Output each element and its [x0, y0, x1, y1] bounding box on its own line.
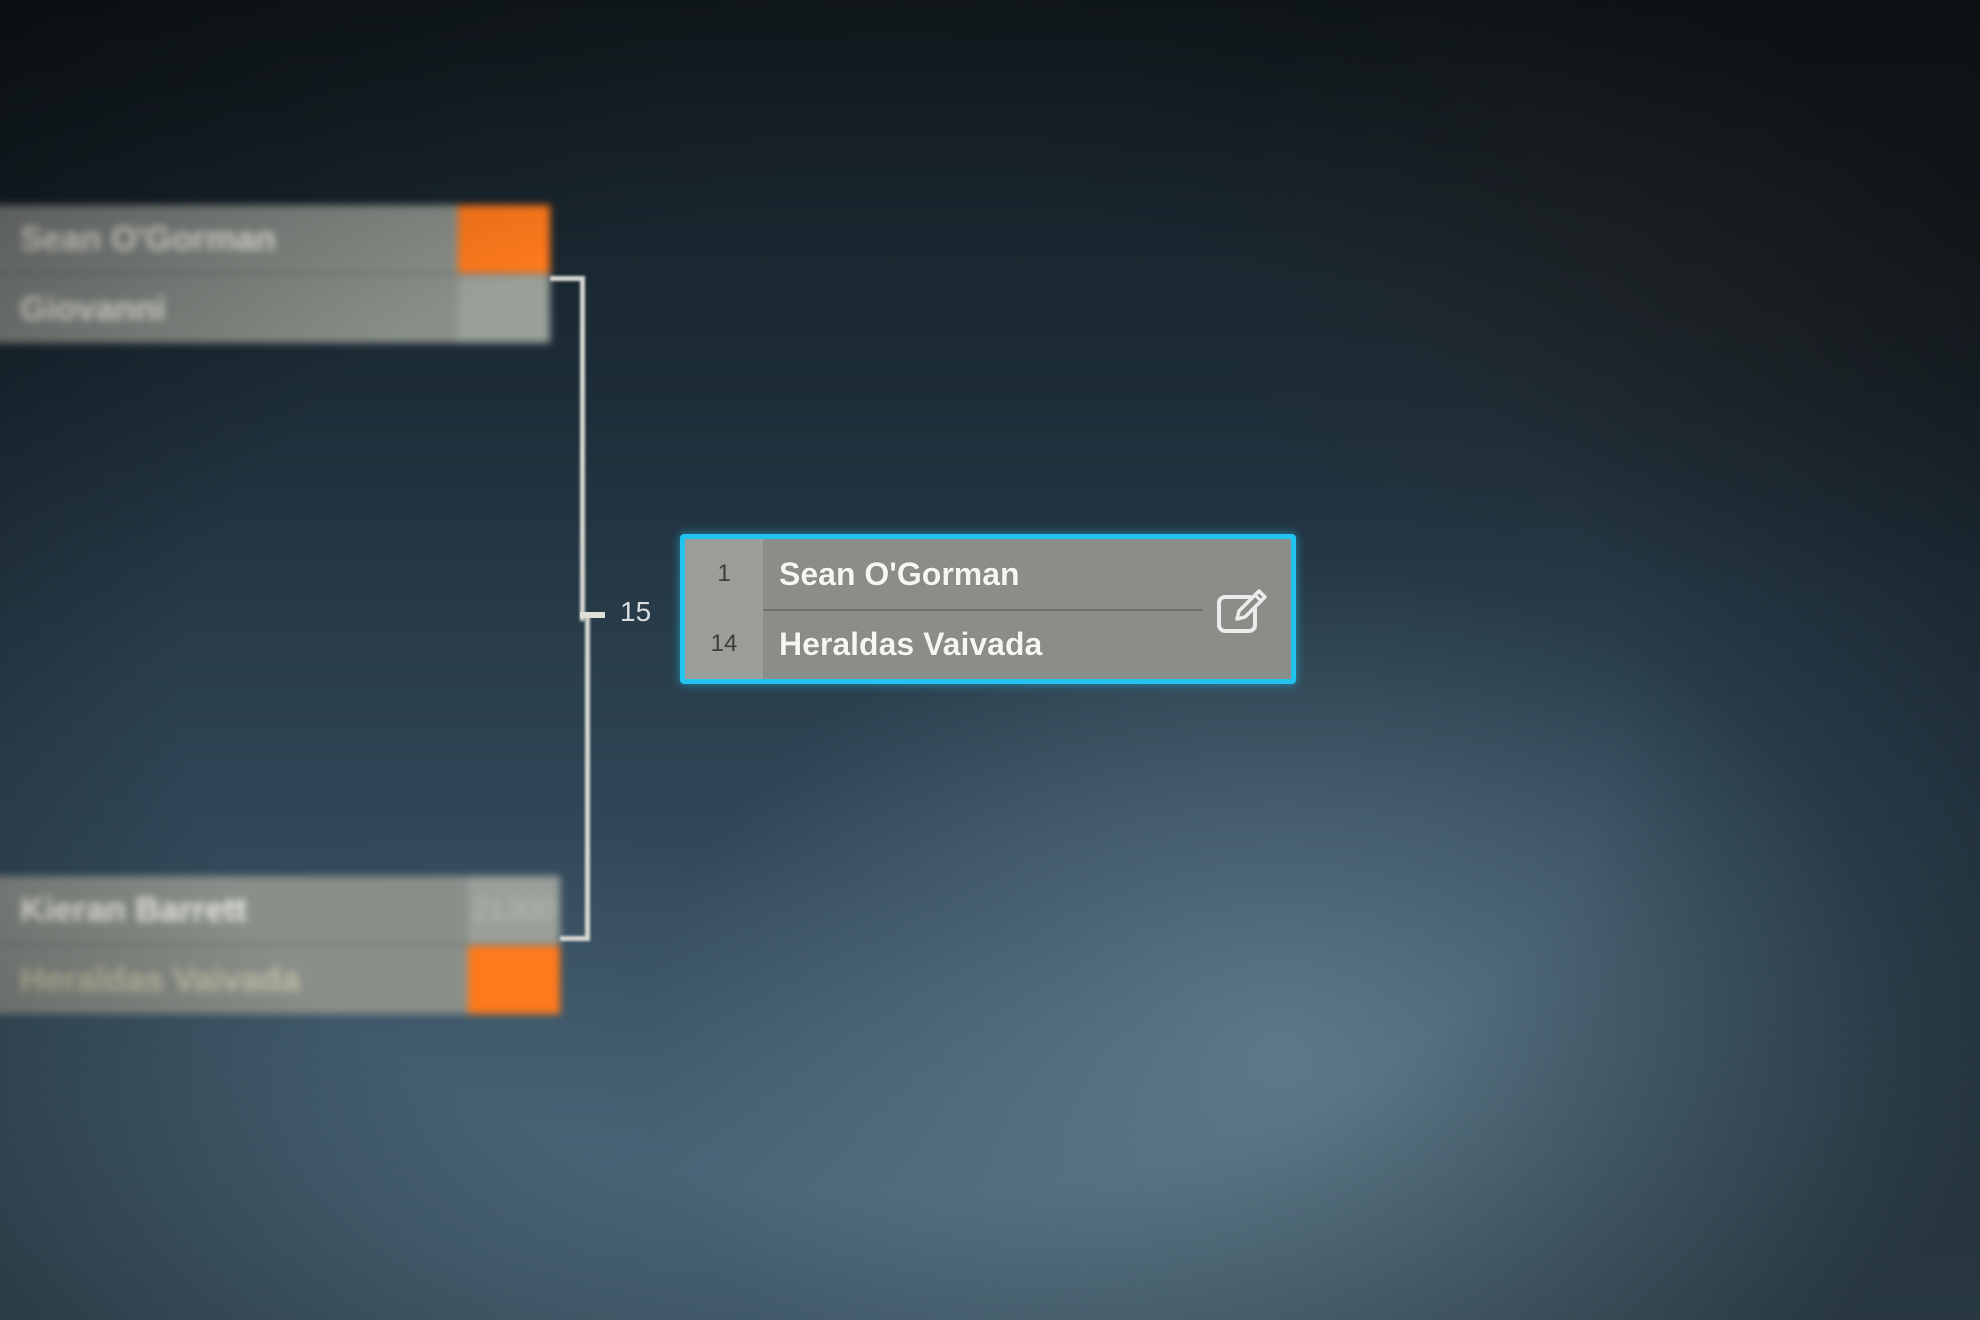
edit-match-button[interactable]	[1211, 579, 1275, 643]
player-name: Heraldas Vaivada	[779, 625, 1043, 662]
prev-bottom-slot-1[interactable]: Kieran Barrett 21300	[0, 876, 560, 946]
player-name: Sean O'Gorman	[779, 555, 1020, 592]
player-name: Kieran Barrett	[20, 890, 247, 929]
prev-match-top[interactable]: Sean O'Gorman Giovanni	[0, 205, 550, 345]
seed-number: 14	[685, 609, 763, 679]
prev-bottom-slot-2[interactable]: Heraldas Vaivada	[0, 946, 560, 1014]
player-name: Giovanni	[20, 289, 166, 328]
edit-icon	[1217, 589, 1267, 633]
current-match-card[interactable]: 1 Sean O'Gorman 14 Heraldas Vaivada	[680, 534, 1296, 684]
player-score: 21300	[468, 876, 560, 944]
match-number: 15	[620, 596, 652, 627]
bracket-connector-tick	[580, 612, 605, 618]
current-match-slot-2[interactable]: 14 Heraldas Vaivada	[685, 609, 1291, 679]
prev-top-slot-1[interactable]: Sean O'Gorman	[0, 205, 550, 275]
bracket-connector-upper	[550, 276, 585, 621]
current-match-slot-1[interactable]: 1 Sean O'Gorman	[685, 539, 1291, 609]
winner-score	[458, 205, 550, 273]
bracket-connector-lower	[560, 616, 590, 941]
winner-score	[468, 946, 560, 1014]
player-name: Sean O'Gorman	[20, 219, 276, 258]
prev-top-slot-2[interactable]: Giovanni	[0, 275, 550, 343]
player-name: Heraldas Vaivada	[20, 960, 300, 999]
seed-number: 1	[685, 539, 763, 609]
prev-match-bottom[interactable]: Kieran Barrett 21300 Heraldas Vaivada	[0, 876, 560, 1016]
player-score	[458, 275, 550, 343]
